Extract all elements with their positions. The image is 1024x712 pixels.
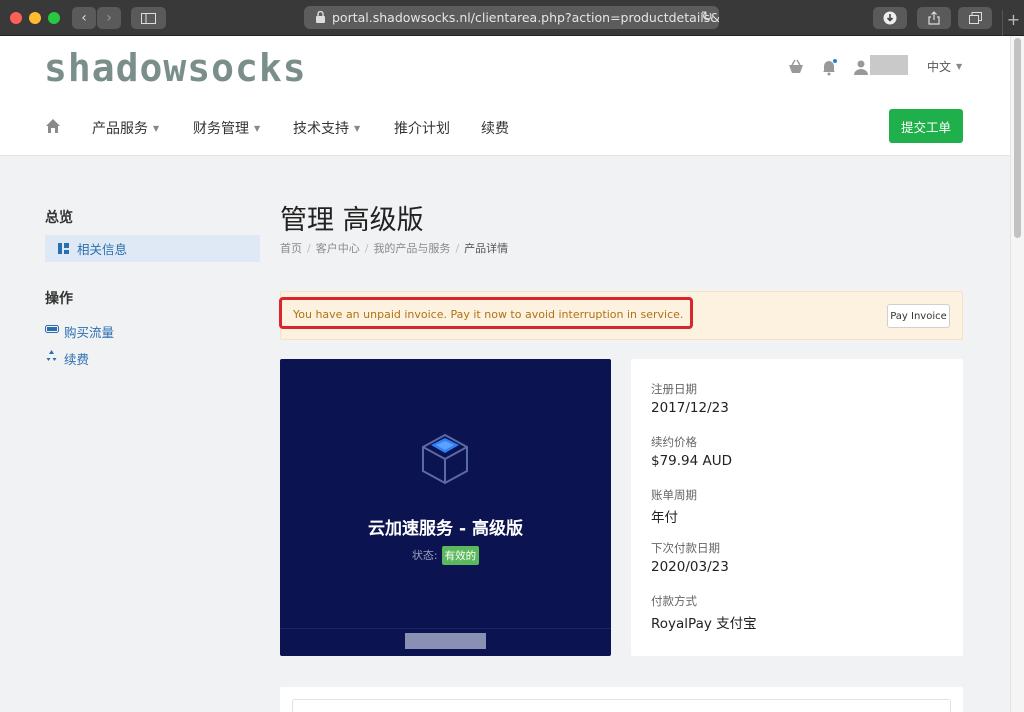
share-button[interactable] [917, 7, 951, 29]
actions-heading: 操作 [45, 291, 73, 307]
product-footer [280, 628, 611, 656]
chevron-down-icon: ▼ [956, 62, 963, 71]
overview-heading: 总览 [45, 210, 73, 226]
detail-label: 下次付款日期 [651, 541, 720, 555]
home-icon[interactable] [45, 118, 61, 134]
tabs-panel [280, 687, 963, 712]
lock-icon [316, 11, 325, 23]
url-text: portal.shadowsocks.nl/clientarea.php?act… [332, 10, 719, 25]
page-scrollbar[interactable] [1010, 36, 1024, 712]
sidebar-toggle-button[interactable] [131, 7, 166, 29]
recycle-icon [46, 350, 57, 361]
downloads-button[interactable] [873, 7, 907, 29]
detail-value: RoyalPay 支付宝 [651, 616, 757, 632]
breadcrumb-client-area[interactable]: 客户中心 [316, 242, 360, 255]
pay-invoice-button[interactable]: Pay Invoice [887, 304, 950, 328]
dashboard-icon [58, 243, 69, 254]
close-window-button[interactable] [10, 12, 22, 24]
browser-toolbar: ‹ › portal.shadowsocks.nl/clientarea.php… [0, 0, 1024, 36]
submit-ticket-button[interactable]: 提交工单 [889, 109, 963, 143]
sidebar-item-label: 相关信息 [77, 242, 128, 257]
detail-value: 年付 [651, 510, 678, 526]
page-content: shadowsocks 中文 ▼ 产品服务 ▼ 财务管理 ▼ 技术支持 ▼ 推介计划 续… [0, 36, 1010, 712]
product-card: 云加速服务 - 高级版 状态: 有效的 [280, 359, 611, 656]
main-nav: 产品服务 ▼ 财务管理 ▼ 技术支持 ▼ 推介计划 续费 [0, 108, 1010, 144]
back-button[interactable]: ‹ [72, 7, 96, 29]
breadcrumb: 首页 / 客户中心 / 我的产品与服务 / 产品详情 [280, 242, 509, 255]
redacted-field [405, 633, 486, 649]
language-selector[interactable]: 中文 ▼ [927, 58, 962, 75]
bell-icon[interactable] [820, 58, 838, 76]
site-header: shadowsocks 中文 ▼ 产品服务 ▼ 财务管理 ▼ 技术支持 ▼ 推介计划 续… [0, 36, 1010, 156]
status-badge: 有效的 [441, 546, 480, 565]
chevron-down-icon: ▼ [153, 124, 160, 133]
nav-products[interactable]: 产品服务 ▼ [92, 118, 159, 138]
chevron-right-icon: › [106, 10, 112, 26]
nav-renew[interactable]: 续费 [481, 118, 509, 138]
sidebar-item-info[interactable]: 相关信息 [45, 235, 260, 262]
forward-button[interactable]: › [97, 7, 121, 29]
nav-support[interactable]: 技术支持 ▼ [293, 118, 360, 138]
chevron-down-icon: ▼ [354, 124, 361, 133]
breadcrumb-current: 产品详情 [464, 242, 509, 255]
sidebar-item-buy-traffic[interactable]: 购买流量 [64, 322, 114, 341]
tabs-icon [968, 12, 982, 24]
new-tab-button[interactable]: + [1002, 10, 1024, 36]
detail-label: 账单周期 [651, 488, 697, 502]
username-redacted[interactable] [870, 55, 908, 75]
breadcrumb-my-services[interactable]: 我的产品与服务 [373, 242, 450, 255]
sidebar-icon [141, 12, 156, 24]
highlight-box [279, 297, 693, 329]
share-icon [928, 11, 940, 25]
product-name: 云加速服务 - 高级版 [368, 519, 523, 539]
download-icon [883, 11, 897, 25]
detail-value: 2020/03/23 [651, 559, 729, 575]
tabs-panel-inner [292, 699, 951, 712]
cube-icon [422, 433, 468, 485]
page-title: 管理 高级版 [280, 205, 424, 236]
detail-label: 注册日期 [651, 382, 697, 396]
detail-label: 付款方式 [651, 594, 697, 608]
address-bar[interactable]: portal.shadowsocks.nl/clientarea.php?act… [304, 6, 719, 29]
detail-label: 续约价格 [651, 435, 697, 449]
reload-icon[interactable]: ↻ [701, 9, 713, 25]
breadcrumb-home[interactable]: 首页 [280, 242, 302, 255]
maximize-window-button[interactable] [48, 12, 60, 24]
product-details-card: 注册日期 2017/12/23 续约价格 $79.94 AUD 账单周期 年付 … [631, 359, 963, 656]
user-icon[interactable] [852, 58, 870, 76]
product-status: 状态: 有效的 [280, 546, 611, 565]
detail-value: 2017/12/23 [651, 400, 729, 416]
scrollbar-thumb[interactable] [1014, 38, 1021, 238]
sidebar-item-renew[interactable]: 续费 [64, 349, 89, 368]
detail-value: $79.94 AUD [651, 453, 733, 469]
nav-affiliates[interactable]: 推介计划 [394, 118, 450, 138]
tabs-overview-button[interactable] [958, 7, 992, 29]
battery-icon [45, 325, 59, 333]
minimize-window-button[interactable] [29, 12, 41, 24]
chevron-left-icon: ‹ [81, 10, 87, 26]
shopping-basket-icon[interactable] [787, 58, 805, 76]
nav-billing[interactable]: 财务管理 ▼ [193, 118, 260, 138]
unpaid-invoice-alert: You have an unpaid invoice. Pay it now t… [279, 291, 963, 340]
chevron-down-icon: ▼ [254, 124, 261, 133]
site-logo[interactable]: shadowsocks [44, 46, 307, 90]
